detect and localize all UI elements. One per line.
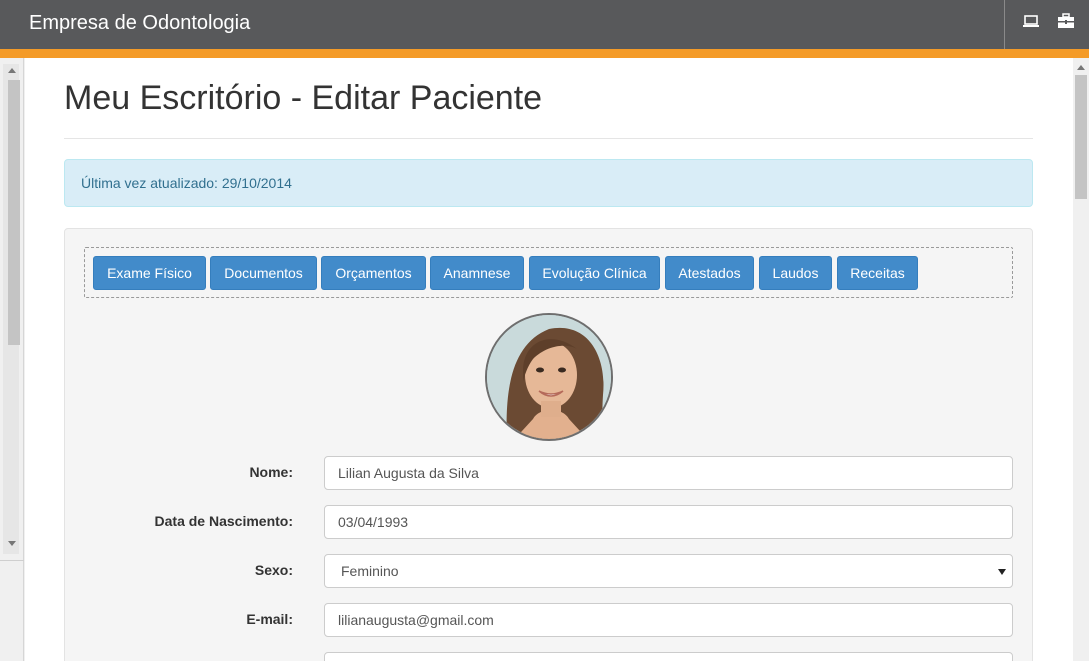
data-nascimento-label: Data de Nascimento: xyxy=(154,513,293,529)
scroll-down-icon[interactable] xyxy=(8,541,16,546)
last-updated-alert: Última vez atualizado: 29/10/2014 xyxy=(64,159,1033,207)
patient-panel: Exame Físico Documentos Orçamentos Anamn… xyxy=(64,228,1033,661)
sidebar-divider xyxy=(0,560,24,561)
tab-evolucao-clinica[interactable]: Evolução Clínica xyxy=(529,256,660,290)
sidebar-scrollbar-thumb[interactable] xyxy=(8,80,20,345)
tab-receitas[interactable]: Receitas xyxy=(837,256,918,290)
briefcase-icon[interactable] xyxy=(1056,12,1076,32)
page-scrollbar-thumb[interactable] xyxy=(1075,75,1087,199)
tab-anamnese[interactable]: Anamnese xyxy=(430,256,524,290)
data-nascimento-field[interactable]: 03/04/1993 xyxy=(324,505,1013,539)
main-content: Meu Escritório - Editar Paciente Última … xyxy=(25,58,1073,661)
page-title: Meu Escritório - Editar Paciente xyxy=(64,79,543,117)
next-field[interactable] xyxy=(324,652,1013,661)
tab-atestados[interactable]: Atestados xyxy=(665,256,754,290)
email-field[interactable]: lilianaugusta@gmail.com xyxy=(324,603,1013,637)
title-divider xyxy=(64,138,1033,139)
navbar-divider xyxy=(1004,0,1005,49)
patient-avatar[interactable] xyxy=(485,313,613,441)
accent-bar xyxy=(0,49,1089,58)
sexo-label: Sexo: xyxy=(254,562,293,578)
page-scrollbar[interactable] xyxy=(1073,58,1089,661)
tab-exame-fisico[interactable]: Exame Físico xyxy=(93,256,206,290)
tab-documentos[interactable]: Documentos xyxy=(210,256,317,290)
tab-laudos[interactable]: Laudos xyxy=(759,256,832,290)
top-navbar: Empresa de Odontologia xyxy=(0,0,1089,49)
email-label: E-mail: xyxy=(246,611,293,627)
scroll-up-icon[interactable] xyxy=(1077,65,1085,70)
nome-label: Nome: xyxy=(249,464,293,480)
sexo-selected-value: Feminino xyxy=(341,563,399,579)
sexo-select[interactable]: Feminino xyxy=(324,554,1013,588)
left-sidebar xyxy=(0,58,24,661)
scroll-up-icon[interactable] xyxy=(8,68,16,73)
laptop-icon[interactable] xyxy=(1021,12,1041,32)
nome-field[interactable]: Lilian Augusta da Silva xyxy=(324,456,1013,490)
tab-orcamentos[interactable]: Orçamentos xyxy=(321,256,426,290)
brand-title[interactable]: Empresa de Odontologia xyxy=(29,12,250,35)
patient-tabs: Exame Físico Documentos Orçamentos Anamn… xyxy=(84,247,1013,298)
chevron-down-icon xyxy=(998,569,1006,575)
